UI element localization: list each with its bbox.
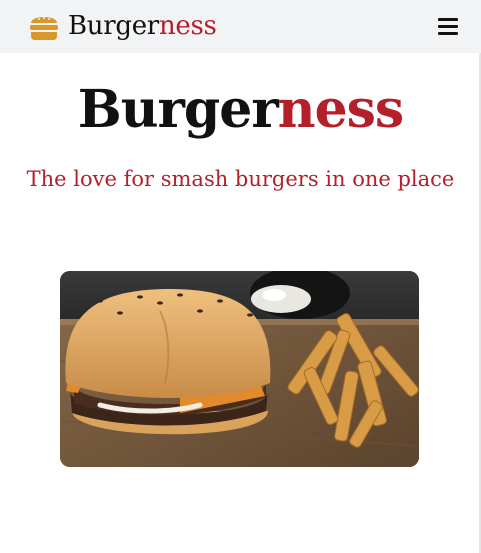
- top-navbar: Burgerness: [0, 0, 481, 53]
- menu-bar: [438, 18, 458, 21]
- menu-bar: [438, 32, 458, 35]
- brand-link[interactable]: Burgerness: [28, 8, 217, 44]
- brand-name-accent: ness: [158, 11, 217, 41]
- hero-title-main: Burger: [77, 79, 279, 140]
- hero-title-accent: ness: [277, 79, 404, 140]
- menu-icon[interactable]: [436, 16, 460, 38]
- burger-photo-illustration: [60, 271, 419, 467]
- hamburger-icon: [30, 17, 58, 40]
- menu-bar: [438, 25, 458, 28]
- hero-title: Burgerness: [0, 80, 481, 140]
- burger-photo: [60, 271, 419, 467]
- brand-name-main: Burger: [68, 11, 159, 41]
- hero-tagline: The love for smash burgers in one place: [26, 167, 455, 191]
- brand-name: Burgerness: [68, 13, 217, 39]
